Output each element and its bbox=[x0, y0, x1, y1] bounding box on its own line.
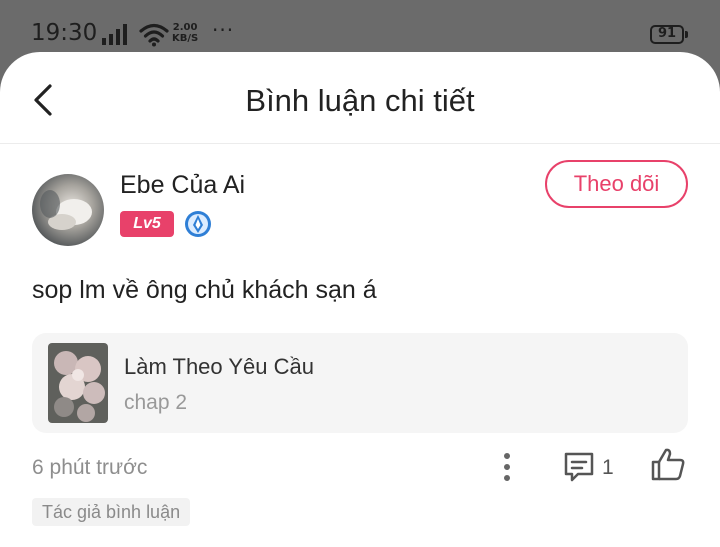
signal-icon bbox=[102, 24, 130, 50]
network-speed-value: 2.00 bbox=[172, 22, 198, 33]
more-vertical-icon bbox=[504, 453, 510, 481]
work-cover-image bbox=[48, 343, 108, 423]
comment-detail-sheet: Bình luận chi tiết Ebe Của Ai Lv5 Theo d… bbox=[0, 52, 720, 547]
username[interactable]: Ebe Của Ai bbox=[120, 171, 245, 200]
author-comment-tag: Tác giả bình luận bbox=[32, 498, 191, 526]
avatar[interactable] bbox=[32, 174, 104, 246]
work-title: Làm Theo Yêu Cầu bbox=[124, 354, 314, 379]
level-badge: Lv5 bbox=[120, 211, 174, 237]
reply-button[interactable] bbox=[562, 450, 596, 484]
medal-icon bbox=[184, 210, 212, 238]
thumbs-up-icon bbox=[651, 448, 685, 481]
battery-icon: 91 bbox=[650, 25, 688, 44]
page-title: Bình luận chi tiết bbox=[245, 83, 475, 118]
reply-count: 1 bbox=[602, 456, 614, 479]
network-speed-unit: KB/S bbox=[172, 33, 199, 44]
comment-icon bbox=[564, 452, 594, 482]
more-options-button[interactable] bbox=[495, 450, 519, 484]
header: Bình luận chi tiết bbox=[0, 52, 720, 144]
wifi-icon bbox=[139, 23, 169, 51]
follow-button[interactable]: Theo dõi bbox=[545, 160, 688, 208]
comment-text: sop lm về ông chủ khách sạn á bbox=[32, 276, 377, 304]
more-notifications-icon: ··· bbox=[212, 18, 235, 42]
comment-timestamp: 6 phút trước bbox=[32, 456, 148, 479]
work-card[interactable]: Làm Theo Yêu Cầu chap 2 bbox=[32, 333, 688, 433]
work-chapter: chap 2 bbox=[124, 391, 188, 414]
status-time: 19:30 bbox=[31, 20, 98, 46]
like-button[interactable] bbox=[650, 446, 686, 482]
network-speed: 2.00 KB/S bbox=[172, 22, 198, 44]
